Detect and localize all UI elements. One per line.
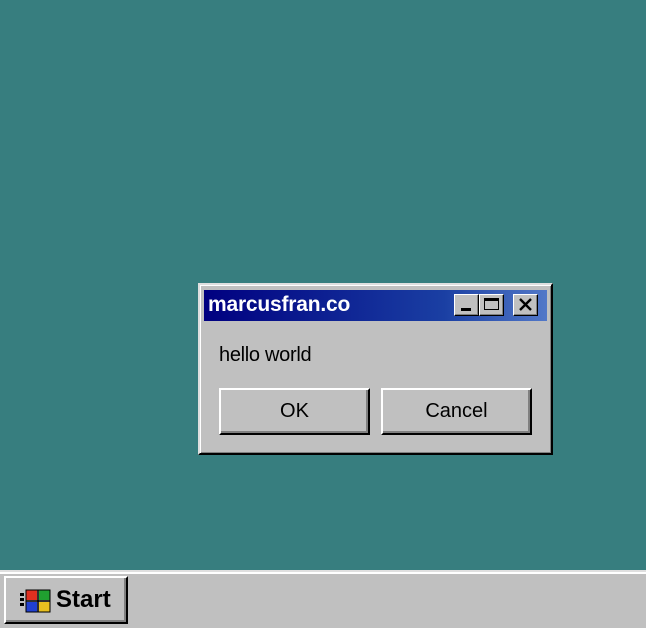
start-button[interactable]: Start [4, 576, 128, 624]
windows-logo-icon [20, 589, 51, 613]
close-icon [519, 298, 532, 311]
minimize-button[interactable] [454, 294, 479, 316]
maximize-icon [484, 298, 499, 310]
minimize-icon [461, 308, 471, 311]
maximize-button[interactable] [479, 294, 504, 316]
taskbar: Start [0, 570, 646, 628]
dialog-title: marcusfran.co [208, 293, 351, 316]
message-dialog: marcusfran.co hello world OK Cancel [198, 283, 553, 455]
dialog-message: hello world [219, 344, 312, 366]
start-label: Start [56, 586, 111, 613]
cancel-button[interactable]: Cancel [381, 388, 532, 435]
close-button[interactable] [513, 294, 538, 316]
ok-button[interactable]: OK [219, 388, 370, 435]
dialog-titlebar[interactable]: marcusfran.co [204, 290, 547, 321]
